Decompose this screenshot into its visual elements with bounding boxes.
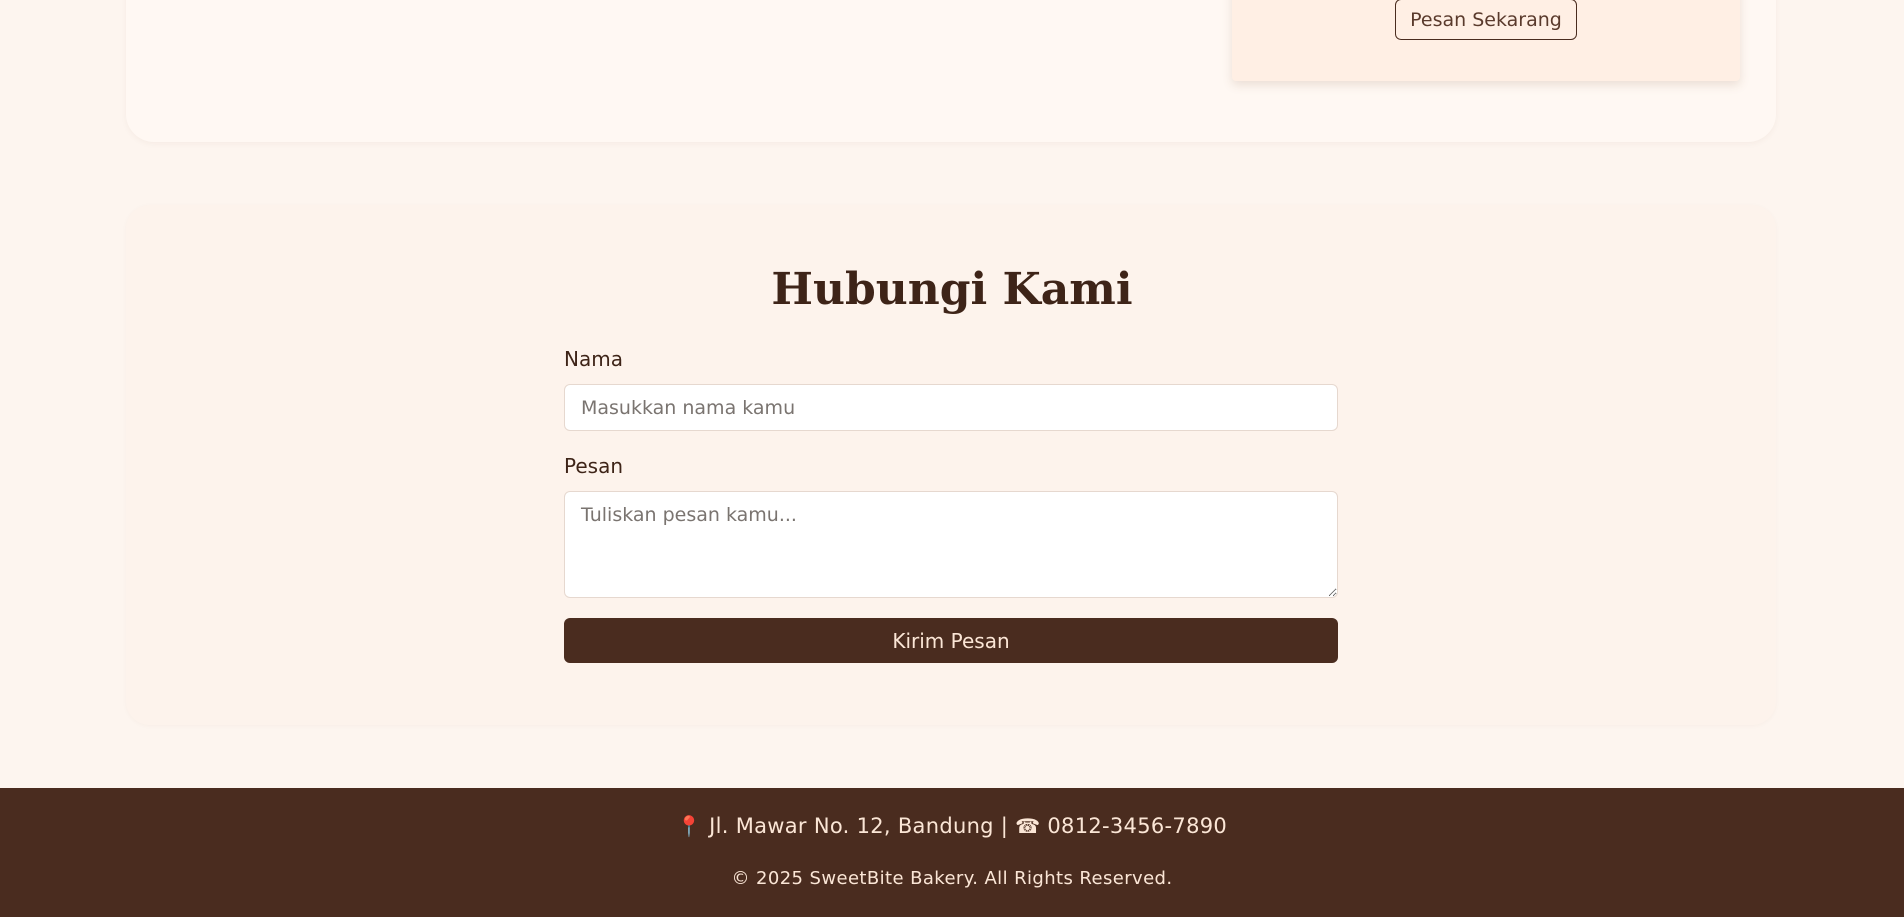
- send-message-button[interactable]: Kirim Pesan: [564, 618, 1338, 663]
- footer-contact-info: 📍 Jl. Mawar No. 12, Bandung | ☎ 0812-345…: [0, 814, 1904, 838]
- footer-copyright: © 2025 SweetBite Bakery. All Rights Rese…: [731, 868, 1173, 889]
- footer-separator: |: [1000, 814, 1009, 838]
- message-textarea[interactable]: [564, 491, 1338, 598]
- footer: 📍 Jl. Mawar No. 12, Bandung | ☎ 0812-345…: [0, 788, 1904, 917]
- location-pin-icon: 📍: [676, 814, 703, 838]
- page-viewport: Pesan Sekarang Hubungi Kami Nama Pesan K…: [0, 0, 1904, 917]
- footer-phone: 0812-3456-7890: [1047, 814, 1228, 838]
- name-label: Nama: [564, 347, 623, 371]
- name-input[interactable]: [564, 384, 1338, 431]
- order-now-button[interactable]: Pesan Sekarang: [1395, 0, 1577, 40]
- message-label: Pesan: [564, 454, 624, 478]
- contact-title: Hubungi Kami: [771, 264, 1133, 315]
- footer-address: Jl. Mawar No. 12, Bandung: [709, 814, 994, 838]
- phone-icon: ☎: [1015, 814, 1041, 838]
